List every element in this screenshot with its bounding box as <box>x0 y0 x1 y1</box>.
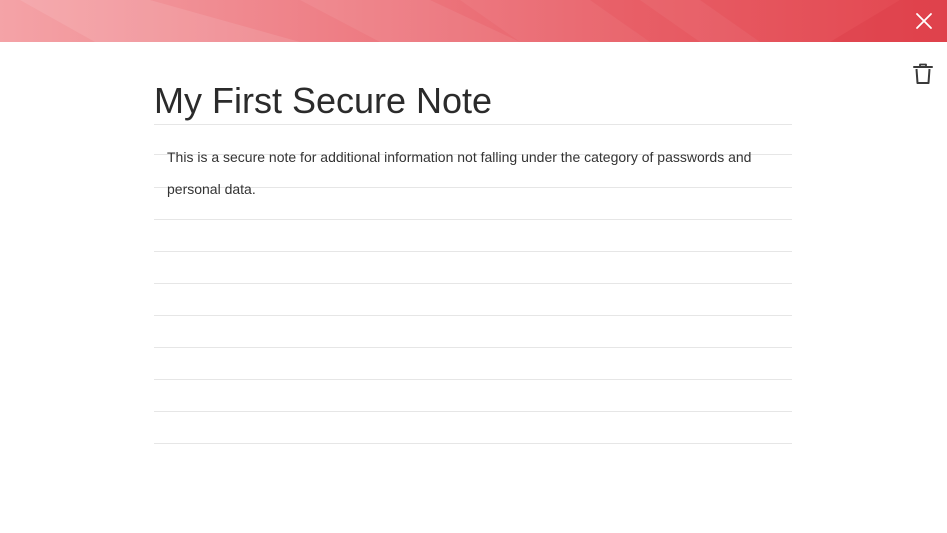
trash-icon <box>913 63 933 84</box>
delete-note-button[interactable] <box>912 62 934 86</box>
close-icon <box>916 13 932 29</box>
note-body-area[interactable]: This is a secure note for additional inf… <box>154 141 792 462</box>
note-title[interactable]: My First Secure Note <box>154 78 792 125</box>
close-button[interactable] <box>913 10 935 32</box>
banner-decoration <box>20 0 947 42</box>
note-body-text[interactable]: This is a secure note for additional inf… <box>167 141 777 205</box>
secure-note: My First Secure Note This is a secure no… <box>154 78 792 462</box>
header-banner <box>0 0 947 42</box>
